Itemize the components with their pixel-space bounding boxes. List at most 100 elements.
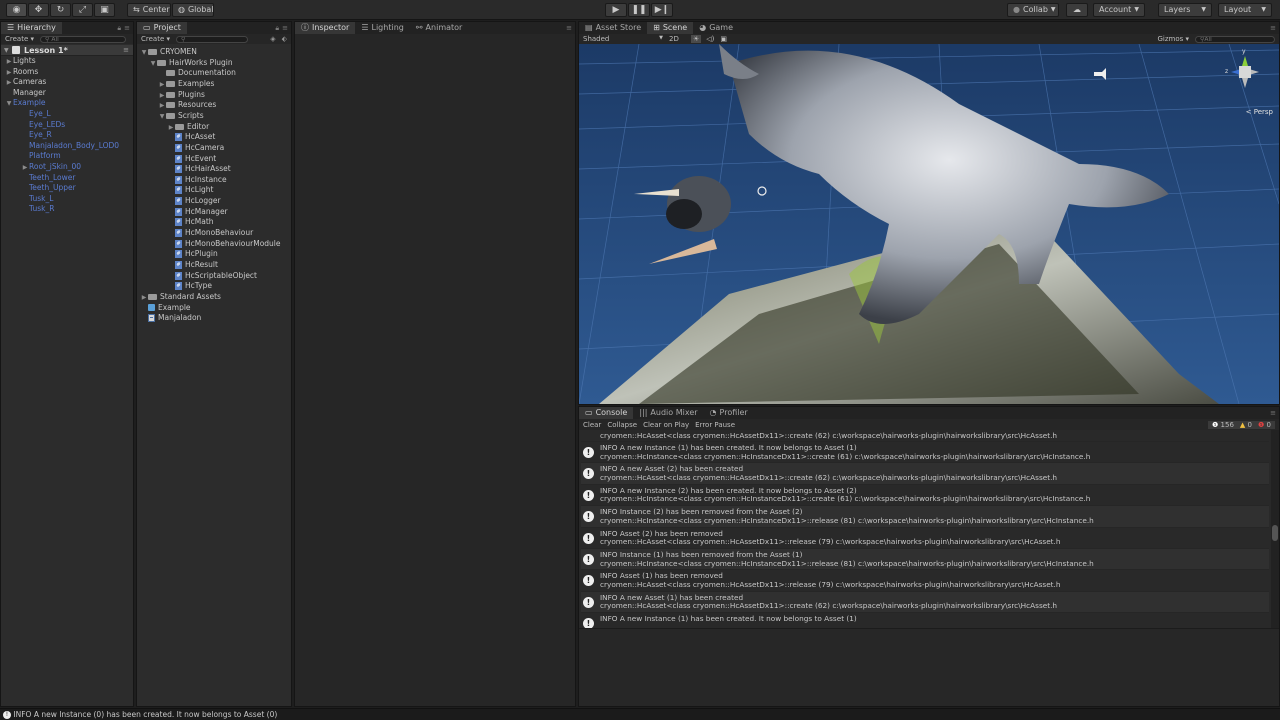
hierarchy-search-input[interactable]: ⚲ All — [40, 35, 127, 43]
project-item[interactable]: ▼ HairWorks Plugin — [137, 58, 291, 69]
hierarchy-item[interactable]: Eye_R — [1, 130, 133, 141]
tab-console[interactable]: ▭ Console — [579, 407, 634, 419]
console-entry[interactable]: cryomen::HcAsset<class cryomen::HcAssetD… — [581, 430, 1269, 442]
console-scrollbar[interactable] — [1271, 430, 1279, 628]
status-bar[interactable]: ! INFO A new Instance (0) has been creat… — [0, 708, 1280, 720]
panel-menu-icon[interactable]: ≡ — [1267, 22, 1279, 34]
hierarchy-item[interactable]: ▶ Lights — [1, 56, 133, 67]
hierarchy-item[interactable]: Tusk_R — [1, 204, 133, 215]
project-item[interactable]: # HcMonoBehaviour — [137, 228, 291, 239]
move-tool-button[interactable]: ✥ — [28, 3, 49, 17]
hierarchy-item[interactable]: ▶ Rooms — [1, 67, 133, 78]
project-search-input[interactable]: ⚲ — [176, 35, 249, 43]
panel-menu-icon[interactable]: ≡ — [1267, 407, 1279, 419]
project-item[interactable]: ▶ Plugins — [137, 90, 291, 101]
tab-project[interactable]: ▭ Project — [137, 22, 187, 34]
console-entry[interactable]: ! INFO A new Instance (1) has been create… — [581, 442, 1269, 464]
project-item[interactable]: # HcType — [137, 281, 291, 292]
hierarchy-item[interactable]: Platform — [1, 151, 133, 162]
hierarchy-item[interactable]: Manjaladon_Body_LOD0 — [1, 141, 133, 152]
panel-menu-icon[interactable]: ≡ — [563, 22, 575, 34]
scene-search-input[interactable]: ⚲All — [1195, 35, 1275, 43]
rect-tool-button[interactable]: ▣ — [94, 3, 115, 17]
panel-menu-icon[interactable]: ≡ — [121, 22, 133, 34]
scene-viewport[interactable]: y z < Persp — [579, 44, 1279, 404]
hierarchy-item[interactable]: ▶ Cameras — [1, 77, 133, 88]
panel-menu-icon[interactable]: ≡ — [279, 22, 291, 34]
rotate-tool-button[interactable]: ↻ — [50, 3, 71, 17]
persp-label[interactable]: < Persp — [1246, 108, 1273, 116]
filter-label-icon[interactable]: ⬖ — [282, 35, 287, 43]
create-dropdown[interactable]: Create ▾ — [141, 35, 170, 43]
hierarchy-item[interactable]: Eye_L — [1, 109, 133, 120]
project-item[interactable]: ▶ Examples — [137, 79, 291, 90]
project-item[interactable]: ▼ CRYOMEN — [137, 47, 291, 58]
project-item[interactable]: # HcManager — [137, 207, 291, 218]
create-dropdown[interactable]: Create ▾ — [5, 35, 34, 43]
clear-button[interactable]: Clear — [583, 421, 601, 429]
console-entry[interactable]: ! INFO A new Asset (1) has been created cr… — [581, 591, 1269, 614]
project-item[interactable]: # HcLight — [137, 185, 291, 196]
project-item[interactable]: # HcCamera — [137, 143, 291, 154]
filter-type-icon[interactable]: ◈ — [270, 35, 275, 43]
error-filter-toggle[interactable]: ❶ 0 — [1258, 421, 1271, 429]
project-item[interactable]: # HcPlugin — [137, 249, 291, 260]
scene-orientation-gizmo[interactable]: y z — [1225, 48, 1265, 96]
tab-asset-store[interactable]: ▤ Asset Store — [579, 22, 647, 34]
hierarchy-item[interactable]: Teeth_Upper — [1, 183, 133, 194]
collab-dropdown[interactable]: ● Collab ▼ — [1007, 3, 1059, 17]
step-button[interactable]: ▶❙ — [651, 3, 673, 17]
project-item[interactable]: # HcLogger — [137, 196, 291, 207]
console-entry[interactable]: ! INFO A new Instance (1) has been create… — [581, 613, 1269, 628]
tab-animator[interactable]: ⚯ Animator — [410, 22, 468, 34]
hierarchy-item[interactable]: Eye_LEDs — [1, 120, 133, 131]
hierarchy-item[interactable]: ▼ Example — [1, 98, 133, 109]
effects-toggle-icon[interactable]: ▣ — [720, 35, 727, 43]
project-item[interactable]: Example — [137, 303, 291, 314]
scene-header[interactable]: ▼ Lesson 1* ≡ — [1, 45, 133, 56]
project-item[interactable]: ▶ Standard Assets — [137, 292, 291, 303]
project-item[interactable]: # HcEvent — [137, 154, 291, 165]
scale-tool-button[interactable]: ⤢ — [72, 3, 93, 17]
cloud-button[interactable]: ☁ — [1066, 3, 1088, 17]
project-item[interactable]: # HcScriptableObject — [137, 271, 291, 282]
hierarchy-item[interactable]: Manager — [1, 88, 133, 99]
2d-toggle[interactable]: 2D — [669, 35, 687, 43]
tab-profiler[interactable]: ◔ Profiler — [704, 407, 754, 419]
console-entry[interactable]: ! INFO A new Instance (2) has been create… — [581, 485, 1269, 507]
hierarchy-item[interactable]: ▶ Root_jSkin_00 — [1, 162, 133, 173]
project-item[interactable]: # HcMonoBehaviourModule — [137, 239, 291, 250]
clear-on-play-button[interactable]: Clear on Play — [643, 421, 689, 429]
tab-lighting[interactable]: ☰ Lighting — [355, 22, 410, 34]
tab-hierarchy[interactable]: ☰ Hierarchy — [1, 22, 62, 34]
console-detail-area[interactable] — [579, 628, 1279, 706]
project-item[interactable]: # HcHairAsset — [137, 164, 291, 175]
error-pause-button[interactable]: Error Pause — [695, 421, 735, 429]
tab-inspector[interactable]: ⓘ Inspector — [295, 22, 356, 34]
shading-mode-dropdown[interactable]: Shaded ▼ — [583, 35, 663, 43]
project-item[interactable]: Documentation — [137, 68, 291, 79]
layout-dropdown[interactable]: Layout ▼ — [1218, 3, 1272, 17]
lighting-toggle-icon[interactable]: ☀ — [691, 35, 702, 43]
project-item[interactable]: ▶ Resources — [137, 100, 291, 111]
project-item[interactable]: ▶ Editor — [137, 122, 291, 133]
account-dropdown[interactable]: Account ▼ — [1093, 3, 1145, 17]
layers-dropdown[interactable]: Layers ▼ — [1158, 3, 1212, 17]
console-entry[interactable]: ! INFO Instance (1) has been removed from… — [581, 549, 1269, 571]
project-item[interactable]: # HcMath — [137, 217, 291, 228]
scrollbar-thumb[interactable] — [1272, 525, 1278, 541]
collapse-button[interactable]: Collapse — [607, 421, 637, 429]
hand-tool-button[interactable]: ◉ — [6, 3, 27, 17]
console-entry[interactable]: ! INFO A new Asset (2) has been created cr… — [581, 463, 1269, 485]
scene-menu-icon[interactable]: ≡ — [123, 45, 129, 56]
console-entry[interactable]: ! INFO Asset (2) has been removed cryomen:… — [581, 528, 1269, 549]
project-item[interactable]: # HcResult — [137, 260, 291, 271]
tab-game[interactable]: ◕ Game — [693, 22, 739, 34]
hierarchy-item[interactable]: Tusk_L — [1, 194, 133, 205]
project-item[interactable]: Manjaladon — [137, 313, 291, 324]
console-entry[interactable]: ! INFO Instance (2) has been removed from… — [581, 506, 1269, 528]
project-item[interactable]: # HcInstance — [137, 175, 291, 186]
pivot-center-toggle[interactable]: ⇆ Center — [127, 3, 171, 17]
audio-toggle-icon[interactable]: ◁) — [706, 35, 714, 43]
project-item[interactable]: # HcAsset — [137, 132, 291, 143]
